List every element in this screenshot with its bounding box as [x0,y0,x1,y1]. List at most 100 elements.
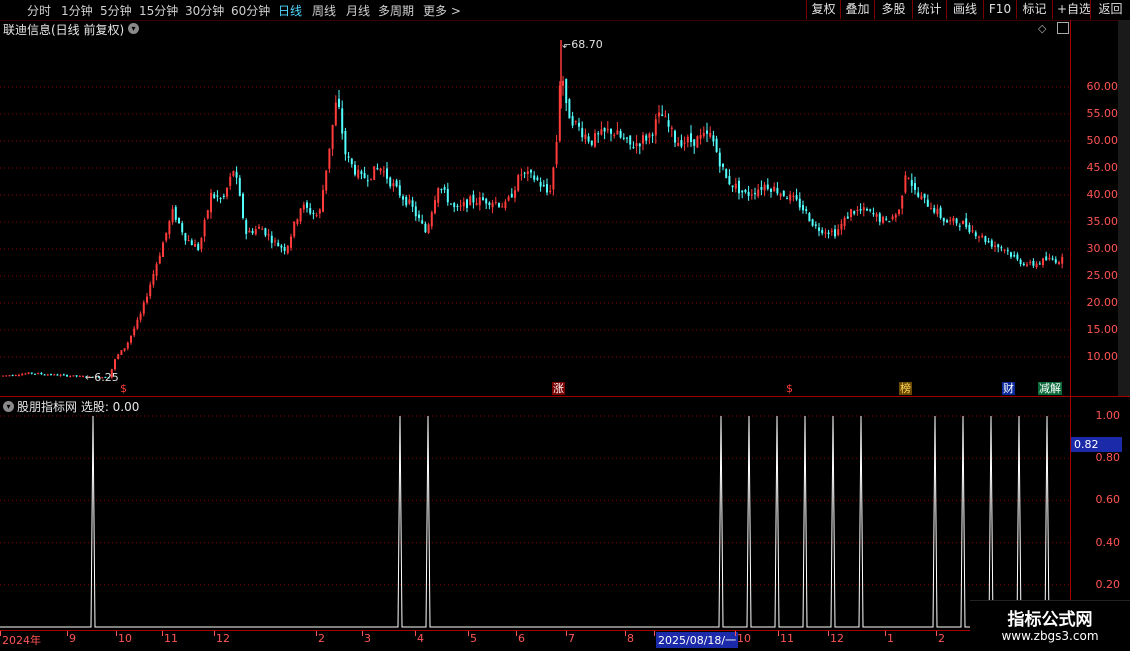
candle-body [146,296,148,303]
candle-body [238,177,241,196]
candle-body [306,202,308,208]
event-badge[interactable]: 减解 [1038,382,1062,395]
candle-body [411,200,414,207]
candle-body [686,136,689,143]
price-tick-label: 60.00 [1086,80,1119,93]
candle-body [997,244,1000,248]
candle-body [37,373,40,375]
period-tab[interactable]: 多周期 [378,2,414,19]
toolbar-button[interactable]: 返回 [1090,0,1130,19]
candle-body [245,220,248,234]
candle-body [210,192,212,213]
period-tab[interactable]: 15分钟 [139,2,178,19]
candle-body [133,328,136,336]
candle-body [117,354,120,359]
toolbar-button[interactable]: 叠加 [840,0,874,19]
price-tick-label: 10.00 [1086,350,1119,363]
candle-body [690,133,692,142]
candle-body [40,372,43,375]
candle-body [53,374,56,376]
period-tab[interactable]: 5分钟 [100,2,132,19]
time-tick-label: 11 [780,632,794,645]
candle-body [747,191,750,196]
candle-body [914,183,916,190]
toolbar-button[interactable]: 统计 [912,0,946,19]
period-tab[interactable]: 30分钟 [185,2,224,19]
candle-body [5,375,8,377]
candle-body [158,255,161,264]
candle-body [661,114,664,117]
event-badge[interactable]: 涨 [552,382,565,395]
candle-body [834,229,836,237]
candle-body [232,171,235,176]
candle-body [482,197,484,201]
candle-body [712,135,715,142]
toolbar-button[interactable]: +自选 [1052,0,1091,19]
candle-body [1000,247,1003,249]
toolbar-button[interactable]: 画线 [946,0,983,19]
period-tab[interactable]: 月线 [346,2,370,19]
toolbar-button[interactable]: 标记 [1016,0,1052,19]
period-tab[interactable]: 分时 [27,2,51,19]
toolbar-button[interactable]: F10 [983,0,1016,19]
candle-body [517,175,520,191]
event-badge[interactable]: 榜 [899,382,912,395]
candle-body [24,373,27,375]
candle-body [302,204,305,210]
candle-body [242,193,244,218]
period-tab[interactable]: 日线 [278,2,302,19]
candle-body [216,195,219,197]
candlestick-chart[interactable] [0,20,1070,396]
candle-body [187,239,190,241]
event-badge[interactable]: $ [119,382,128,395]
candle-body [206,210,209,219]
candle-body [808,213,811,222]
candle-body [763,184,766,191]
candle-body [1029,262,1032,264]
candle-body [894,214,897,218]
candle-body [200,238,203,249]
candle-body [270,235,273,243]
candle-body [664,116,667,118]
candle-body [318,209,321,214]
candle-body [475,203,478,205]
period-tab[interactable]: 周线 [312,2,336,19]
candle-body [549,190,552,193]
candle-body [520,174,523,176]
candle-body [440,188,443,190]
period-tab[interactable]: 更多 > [423,2,461,19]
candle-body [926,199,929,207]
candle-body [344,130,347,155]
candle-body [754,193,756,195]
candle-body [66,374,68,377]
candle-body [891,216,894,220]
event-badge[interactable]: 财 [1002,382,1015,395]
time-tick [116,631,117,636]
candle-body [75,375,78,377]
candle-body [917,192,920,197]
candle-body [776,187,779,194]
candle-body [674,130,676,143]
candle-body [139,313,142,320]
candle-body [165,232,168,241]
candle-body [715,138,718,153]
candle-body [197,243,200,250]
candle-body [642,135,644,144]
candle-body [286,245,289,254]
event-badge[interactable]: $ [785,382,794,395]
indicator-chart[interactable] [0,397,1070,630]
candle-body [901,195,904,209]
candle-body [126,342,129,349]
candle-body [190,240,193,246]
candle-body [533,175,536,180]
candle-body [162,242,164,257]
candle-body [1026,264,1028,266]
toolbar-button[interactable]: 复权 [806,0,840,19]
period-tab[interactable]: 60分钟 [231,2,270,19]
period-tab[interactable]: 1分钟 [61,2,93,19]
toolbar-button[interactable]: 多股 [874,0,912,19]
candle-body [414,206,417,217]
candle-body [136,319,139,329]
candle-body [1042,258,1044,266]
candle-body [968,224,971,233]
